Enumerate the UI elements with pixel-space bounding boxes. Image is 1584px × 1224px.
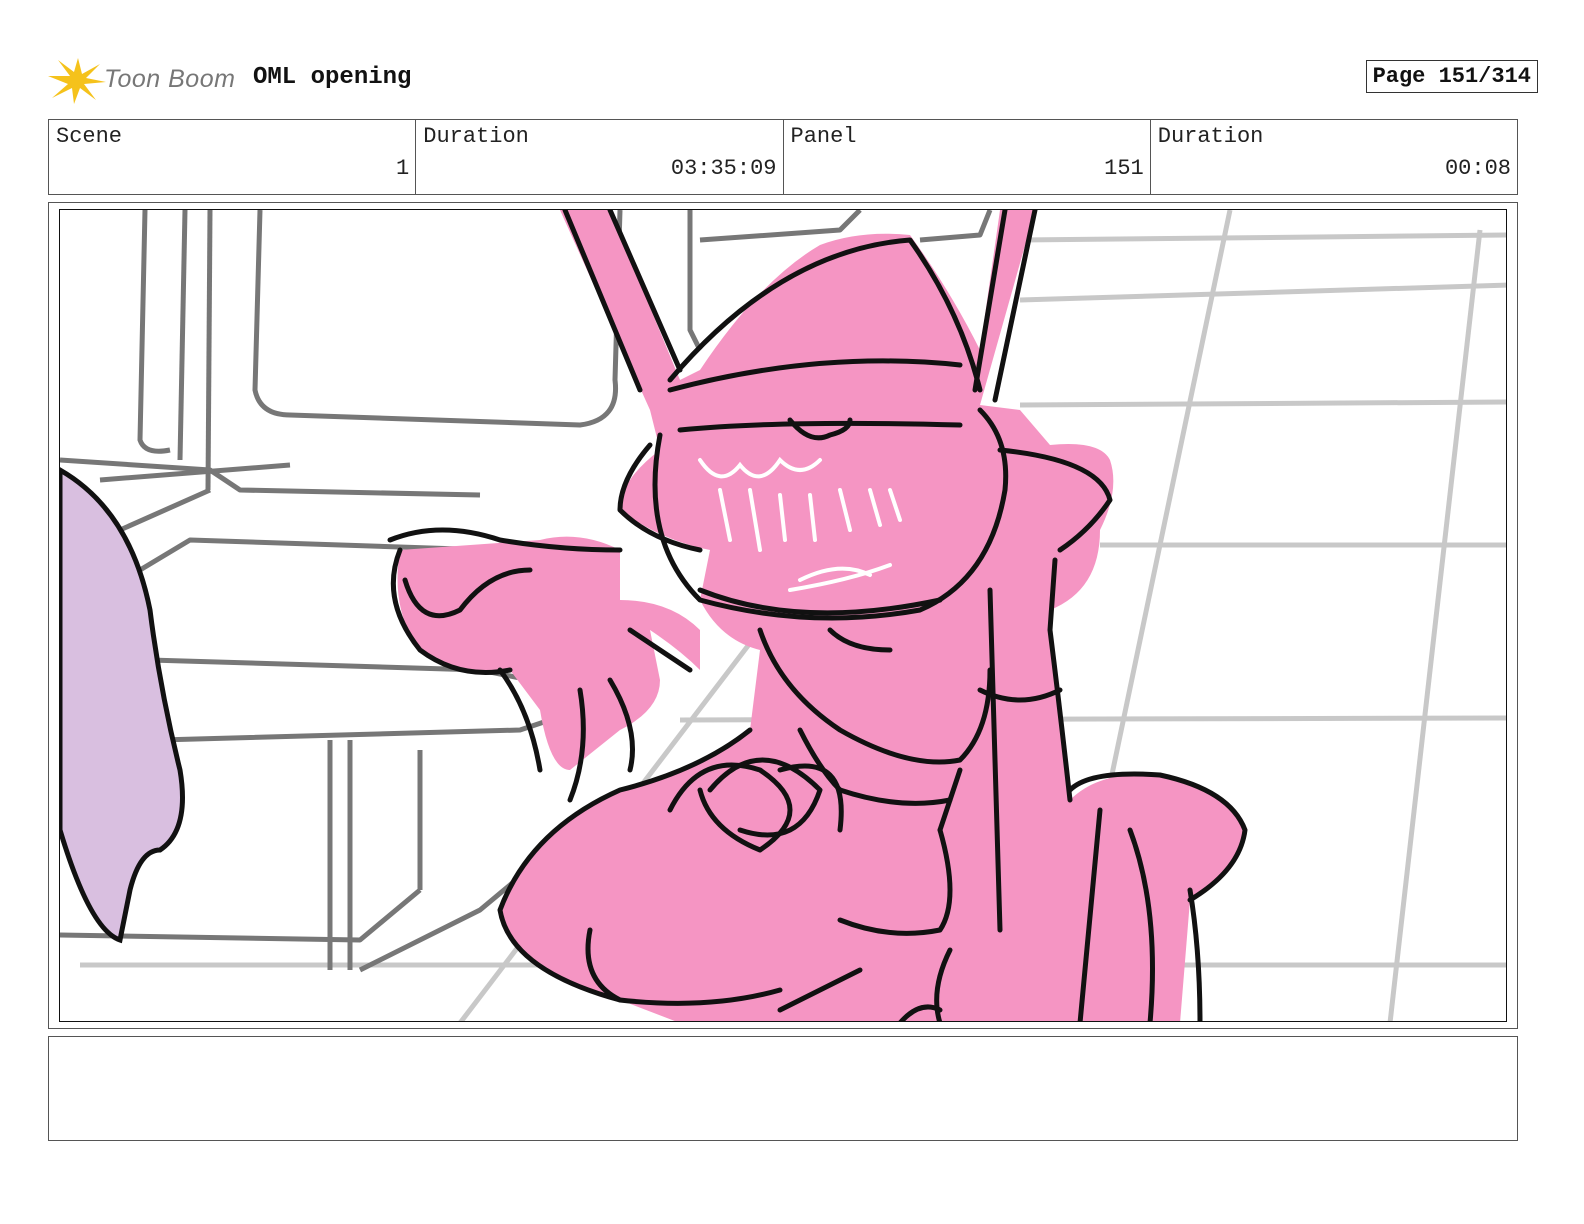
panel-drawing [59,209,1507,1022]
project-title: OML opening [253,64,412,91]
panel-duration-label: Duration [1157,124,1264,149]
panel-cell: Panel 151 [784,120,1151,194]
panel-duration-cell: Duration 00:08 [1151,120,1517,194]
toon-boom-logo: Toon Boom [48,54,248,106]
brand-name: Toon Boom [104,65,236,93]
scene-duration-label: Duration [423,124,529,149]
panel-label: Panel [790,124,857,149]
scene-label: Scene [56,124,123,149]
scene-duration-value: 03:35:09 [670,156,777,181]
panel-value: 151 [1104,156,1144,181]
sketch-illustration [60,210,1506,1021]
scene-cell: Scene 1 [49,120,417,194]
scene-duration-cell: Duration 03:35:09 [416,120,784,194]
side-character [60,467,185,944]
scene-value: 1 [396,156,410,181]
storyboard-panel [48,202,1518,1029]
panel-notes-box [48,1036,1518,1141]
page-header: Toon Boom OML opening Page 151/314 [48,54,1538,106]
main-character [387,210,1248,1021]
logo-star-icon [48,58,106,104]
page-indicator: Page 151/314 [1365,60,1538,93]
panel-info-table: Scene 1 Duration 03:35:09 Panel 151 Dura… [48,119,1518,195]
panel-duration-value: 00:08 [1444,156,1511,181]
